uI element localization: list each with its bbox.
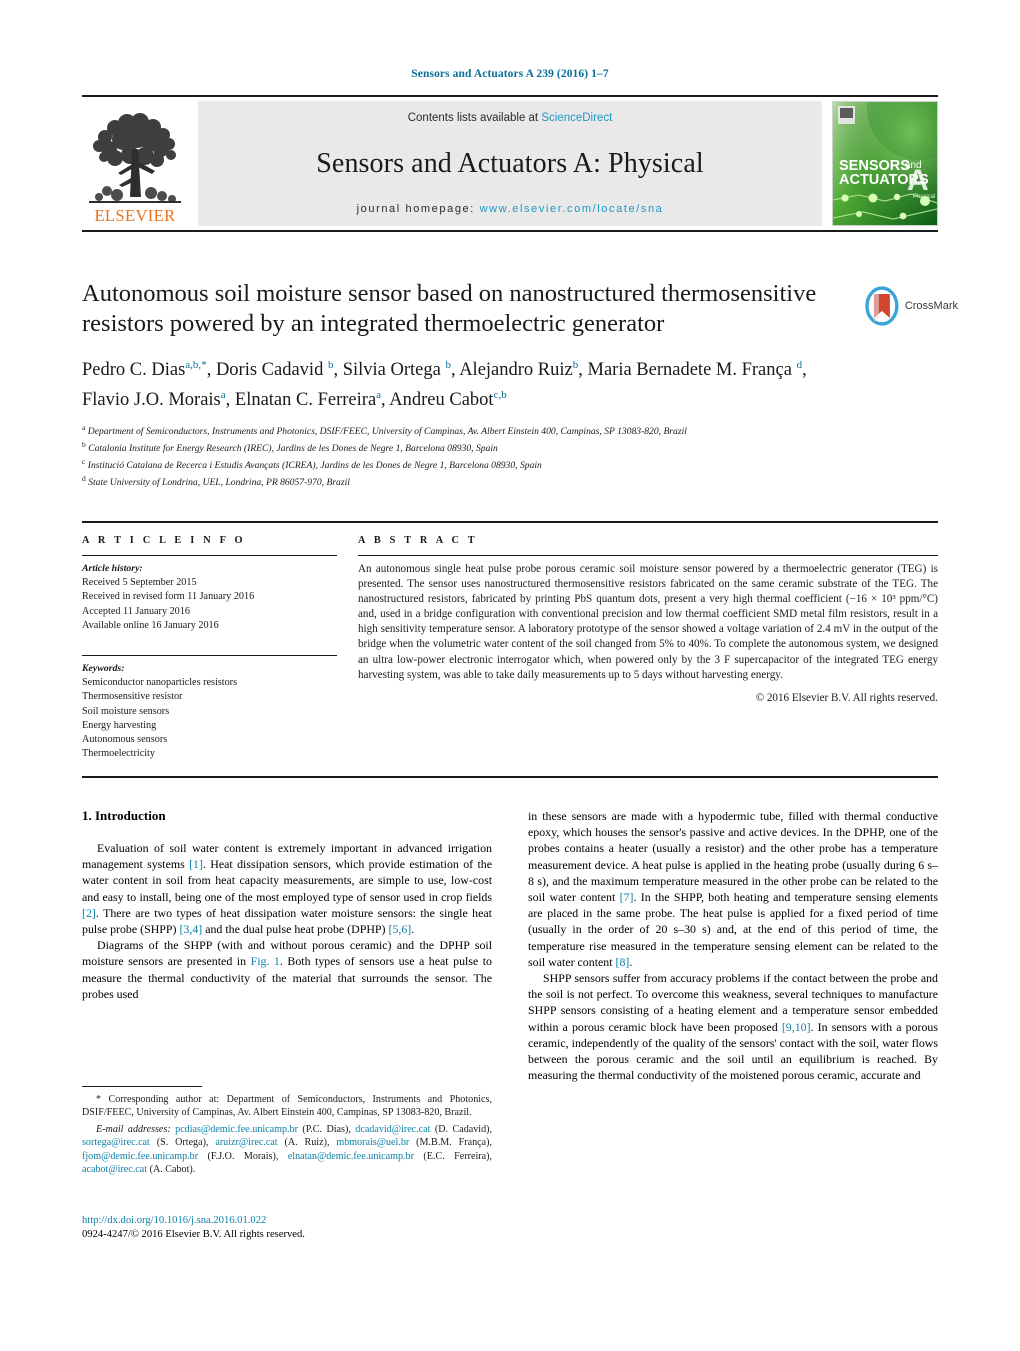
page-footer: http://dx.doi.org/10.1016/j.sna.2016.01.… xyxy=(82,1214,502,1243)
article-info-heading: A R T I C L E I N F O xyxy=(82,535,246,546)
article-info-column: A R T I C L E I N F O Article history: R… xyxy=(82,535,337,761)
paragraph: Diagrams of the SHPP (with and without p… xyxy=(82,938,492,1001)
journal-cover-thumbnail: SENSORS ACTUATORS and A Physical xyxy=(832,101,938,226)
doi-link[interactable]: http://dx.doi.org/10.1016/j.sna.2016.01.… xyxy=(82,1214,502,1228)
affiliation-item: d State University of Londrina, UEL, Lon… xyxy=(82,473,842,490)
corresponding-author-footnote: * Corresponding author at: Department of… xyxy=(82,1086,492,1176)
affiliation-list: a Department of Semiconductors, Instrume… xyxy=(82,422,842,489)
paragraph: SHPP sensors suffer from accuracy proble… xyxy=(528,971,938,1083)
elsevier-tree-icon xyxy=(89,112,181,203)
crossmark-badge[interactable]: CrossMark xyxy=(862,284,958,328)
article-info-rule xyxy=(82,555,337,556)
info-rule-top xyxy=(82,521,938,523)
affiliation-text: Department of Semiconductors, Instrument… xyxy=(87,426,687,438)
abstract-column: A B S T R A C T An autonomous single hea… xyxy=(358,535,938,704)
info-rule-bottom xyxy=(82,776,938,778)
contents-available-line: Contents lists available at ScienceDirec… xyxy=(408,112,613,124)
keyword-item: Thermosensitive resistor xyxy=(82,691,183,703)
footnote-rule xyxy=(82,1086,202,1087)
sciencedirect-link[interactable]: ScienceDirect xyxy=(541,112,612,124)
section-heading-introduction: 1. Introduction xyxy=(82,808,166,823)
contents-prefix: Contents lists available at xyxy=(407,112,542,124)
journal-homepage-line: journal homepage: www.elsevier.com/locat… xyxy=(357,203,664,215)
corresponding-author-text: * Corresponding author at: Department of… xyxy=(82,1094,492,1119)
affiliation-item: b Catalonia Institute for Energy Researc… xyxy=(82,439,842,456)
abstract-heading: A B S T R A C T xyxy=(358,535,478,546)
history-item: Accepted 11 January 2016 xyxy=(82,605,190,617)
affiliation-item: a Department of Semiconductors, Instrume… xyxy=(82,422,842,439)
masthead-rule-top xyxy=(82,95,938,97)
keyword-item: Soil moisture sensors xyxy=(82,705,170,717)
affiliation-text: Catalonia Institute for Energy Research … xyxy=(88,443,498,455)
history-item: Received in revised form 11 January 2016 xyxy=(82,591,255,603)
journal-cover-art: SENSORS ACTUATORS and A Physical xyxy=(833,102,937,225)
masthead-center-panel: Contents lists available at ScienceDirec… xyxy=(198,101,822,226)
journal-title: Sensors and Actuators A: Physical xyxy=(316,147,704,179)
keyword-item: Energy harvesting xyxy=(82,719,157,731)
affiliation-text: Institució Catalana de Recerca i Estudis… xyxy=(87,460,542,472)
elsevier-wordmark: ELSEVIER xyxy=(94,205,176,225)
keyword-item: Thermoelectricity xyxy=(82,748,155,760)
author-list: Pedro C. Diasa,b,*, Doris Cadavid b, Sil… xyxy=(82,359,807,411)
journal-masthead: ELSEVIER Contents lists available at Sci… xyxy=(82,95,938,232)
keywords-label: Keywords: xyxy=(82,663,125,675)
affiliation-text: State University of Londrina, UEL, Londr… xyxy=(88,476,350,488)
homepage-label: journal homepage: xyxy=(356,203,475,215)
email-addresses-text: E-mail addresses: pcdias@demic.fee.unica… xyxy=(82,1123,493,1176)
homepage-url-link[interactable]: www.elsevier.com/locate/sna xyxy=(480,203,664,215)
article-history-label: Article history: xyxy=(82,563,143,574)
history-item: Received 5 September 2015 xyxy=(82,577,197,589)
paragraph: in these sensors are made with a hypoder… xyxy=(528,809,938,969)
masthead-rule-bottom xyxy=(82,230,938,232)
svg-text:A: A xyxy=(907,164,929,197)
paragraph: Evaluation of soil water content is extr… xyxy=(82,841,492,937)
affiliation-mark: b xyxy=(82,440,86,450)
affiliation-mark: c xyxy=(82,456,86,466)
crossmark-icon xyxy=(865,286,899,326)
keywords-rule xyxy=(82,655,337,657)
running-head: Sensors and Actuators A 239 (2016) 1–7 xyxy=(411,68,609,80)
keywords-list: Keywords: Semiconductor nanoparticles re… xyxy=(82,662,337,761)
history-item: Available online 16 January 2016 xyxy=(82,619,219,631)
body-column-left: 1. Introduction Evaluation of soil water… xyxy=(82,808,492,1002)
abstract-copyright: © 2016 Elsevier B.V. All rights reserved… xyxy=(755,691,938,704)
affiliation-mark: d xyxy=(82,473,86,483)
page-title: Autonomous soil moisture sensor based on… xyxy=(82,280,817,337)
crossmark-label: CrossMark xyxy=(904,300,958,312)
abstract-text: An autonomous single heat pulse probe po… xyxy=(358,563,938,681)
affiliation-mark: a xyxy=(82,423,86,433)
issn-copyright-line: 0924-4247/© 2016 Elsevier B.V. All right… xyxy=(82,1229,305,1241)
keywords-block: Keywords: Semiconductor nanoparticles re… xyxy=(82,655,337,761)
keyword-item: Autonomous sensors xyxy=(82,734,168,746)
abstract-rule xyxy=(358,555,938,556)
paper-page: Sensors and Actuators A 239 (2016) 1–7 E… xyxy=(0,0,1020,1351)
title-block: Autonomous soil moisture sensor based on… xyxy=(82,279,842,489)
body-column-right: in these sensors are made with a hypoder… xyxy=(528,808,938,1083)
affiliation-item: c Institució Catalana de Recerca i Estud… xyxy=(82,456,842,473)
keyword-item: Semiconductor nanoparticles resistors xyxy=(82,677,238,689)
elsevier-logo: ELSEVIER xyxy=(82,101,188,226)
article-history-block: Article history: Received 5 September 20… xyxy=(82,562,337,633)
